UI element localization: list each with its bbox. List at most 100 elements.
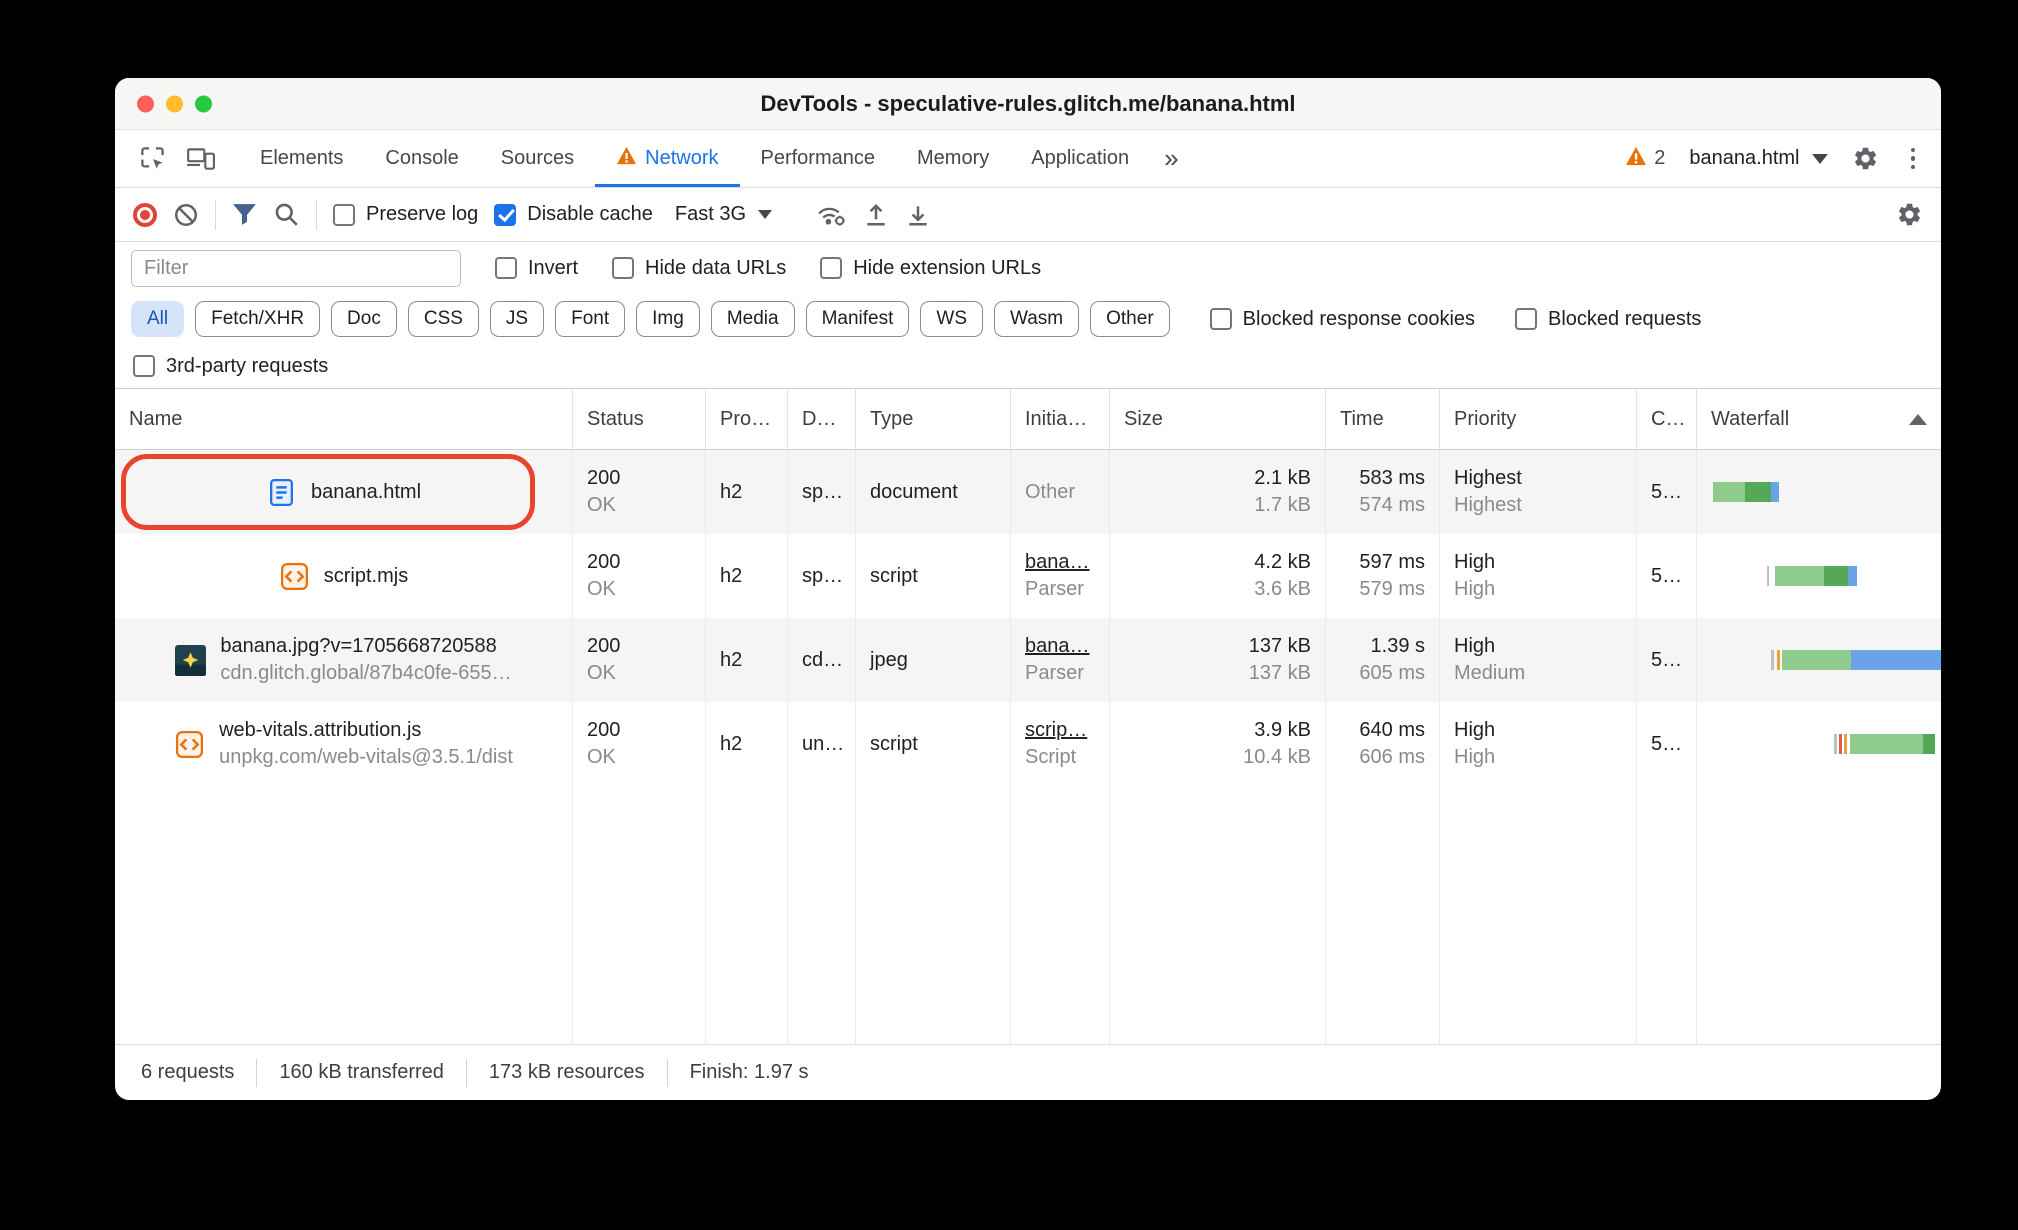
waterfall-cell <box>1697 618 1941 702</box>
minimize-window-button[interactable] <box>166 95 183 112</box>
filter-input[interactable] <box>131 249 461 287</box>
chip-fetch-xhr[interactable]: Fetch/XHR <box>195 301 321 337</box>
tab-performance[interactable]: Performance <box>740 130 897 187</box>
column-status[interactable]: Status <box>573 389 706 449</box>
checkbox-unchecked[interactable] <box>820 257 843 279</box>
status-cell: 200 OK <box>573 618 706 702</box>
column-domain[interactable]: D… <box>788 389 856 449</box>
checkbox-unchecked[interactable] <box>1209 308 1232 330</box>
column-type[interactable]: Type <box>856 389 1011 449</box>
chevron-down-icon <box>758 210 773 219</box>
zoom-window-button[interactable] <box>195 95 212 112</box>
time-cell: 640 ms 606 ms <box>1326 702 1440 786</box>
time-cell: 1.39 s 605 ms <box>1326 618 1440 702</box>
column-protocol[interactable]: Pro… <box>706 389 788 449</box>
export-har-icon[interactable] <box>905 202 931 228</box>
table-row-web-vitals[interactable]: web-vitals.attribution.js unpkg.com/web-… <box>115 702 1941 786</box>
column-waterfall[interactable]: Waterfall <box>1697 389 1941 449</box>
clear-network-log-icon[interactable] <box>173 202 199 228</box>
network-conditions-icon[interactable] <box>816 202 847 228</box>
toolbar-divider <box>215 199 216 230</box>
record-network-log-button[interactable] <box>133 202 157 227</box>
checkbox-unchecked[interactable] <box>1515 308 1538 330</box>
table-row-banana-html[interactable]: banana.html 200 OK h2 sp… document Other… <box>115 450 1941 534</box>
chip-img[interactable]: Img <box>636 301 700 337</box>
blocked-requests-checkbox[interactable]: Blocked requests <box>1515 308 1701 331</box>
initiator-cell: bana… Parser <box>1011 534 1110 618</box>
transferred-size: 160 kB transferred <box>279 1061 444 1083</box>
chip-wasm[interactable]: Wasm <box>994 301 1080 337</box>
initiator-link[interactable]: bana… <box>1025 633 1095 660</box>
chip-doc[interactable]: Doc <box>331 301 397 337</box>
table-header: Name Status Pro… D… Type Initia… Size Ti… <box>115 388 1941 450</box>
chevron-down-icon <box>1811 153 1828 164</box>
checkbox-unchecked[interactable] <box>612 257 635 279</box>
more-tabs-button[interactable]: » <box>1150 130 1192 187</box>
checkbox-unchecked[interactable] <box>333 203 355 226</box>
hide-data-urls-checkbox[interactable]: Hide data URLs <box>612 257 786 280</box>
close-window-button[interactable] <box>137 95 154 112</box>
tab-sources[interactable]: Sources <box>480 130 595 187</box>
initiator-cell: scrip… Script <box>1011 702 1110 786</box>
search-icon[interactable] <box>273 201 300 228</box>
tab-application[interactable]: Application <box>1010 130 1150 187</box>
table-row-script-mjs[interactable]: script.mjs 200 OK h2 sp… script bana… Pa… <box>115 534 1941 618</box>
checkbox-unchecked[interactable] <box>133 355 155 377</box>
device-toolbar-icon[interactable] <box>176 130 225 187</box>
status-cell: 200 OK <box>573 702 706 786</box>
chip-js[interactable]: JS <box>489 301 545 337</box>
status-cell: 200 OK <box>573 450 706 534</box>
resources-size: 173 kB resources <box>488 1061 645 1083</box>
issues-counter[interactable]: 2 <box>1625 146 1665 172</box>
request-name-cell[interactable]: web-vitals.attribution.js unpkg.com/web-… <box>115 702 573 786</box>
column-time[interactable]: Time <box>1326 389 1440 449</box>
chip-css[interactable]: CSS <box>407 301 479 337</box>
chip-media[interactable]: Media <box>710 301 795 337</box>
more-options-kebab-icon[interactable] <box>1903 144 1924 174</box>
column-connection[interactable]: C… <box>1637 389 1697 449</box>
protocol-cell: h2 <box>706 534 788 618</box>
chip-all[interactable]: All <box>131 301 185 337</box>
request-path: cdn.glitch.global/87b4c0fe-655… <box>220 662 512 684</box>
sort-ascending-icon <box>1909 413 1927 425</box>
column-initiator[interactable]: Initia… <box>1011 389 1110 449</box>
checkbox-checked[interactable] <box>494 203 517 226</box>
invert-checkbox[interactable]: Invert <box>495 257 578 280</box>
chip-manifest[interactable]: Manifest <box>805 301 910 337</box>
table-row-banana-jpg[interactable]: banana.jpg?v=1705668720588 cdn.glitch.gl… <box>115 618 1941 702</box>
request-name-cell[interactable]: banana.jpg?v=1705668720588 cdn.glitch.gl… <box>115 618 573 702</box>
initiator-link[interactable]: scrip… <box>1025 717 1095 744</box>
third-party-requests-checkbox[interactable]: 3rd-party requests <box>133 355 328 378</box>
network-warning-icon <box>616 146 637 171</box>
third-party-row: 3rd-party requests <box>115 344 1941 388</box>
tab-console[interactable]: Console <box>364 130 479 187</box>
request-name-cell[interactable]: script.mjs <box>115 534 573 618</box>
size-cell: 3.9 kB 10.4 kB <box>1110 702 1326 786</box>
chip-other[interactable]: Other <box>1090 301 1170 337</box>
hide-extension-urls-checkbox[interactable]: Hide extension URLs <box>820 257 1041 280</box>
tab-memory[interactable]: Memory <box>896 130 1010 187</box>
blocked-response-cookies-checkbox[interactable]: Blocked response cookies <box>1209 308 1475 331</box>
column-priority[interactable]: Priority <box>1440 389 1637 449</box>
context-selector[interactable]: banana.html <box>1689 147 1828 170</box>
initiator-cell: bana… Parser <box>1011 618 1110 702</box>
disable-cache-checkbox[interactable]: Disable cache <box>494 203 653 226</box>
preserve-log-checkbox[interactable]: Preserve log <box>333 203 478 226</box>
column-size[interactable]: Size <box>1110 389 1326 449</box>
devtools-tabs: Elements Console Sources Network Perform… <box>239 130 1150 187</box>
priority-cell: Highest Highest <box>1440 450 1637 534</box>
inspect-element-icon[interactable] <box>129 130 176 187</box>
request-name-cell[interactable]: banana.html <box>115 450 573 534</box>
initiator-link[interactable]: bana… <box>1025 549 1095 576</box>
tab-network[interactable]: Network <box>595 130 739 187</box>
chip-ws[interactable]: WS <box>920 301 983 337</box>
network-settings-gear-icon[interactable] <box>1896 201 1923 228</box>
checkbox-unchecked[interactable] <box>495 257 517 279</box>
column-name[interactable]: Name <box>115 389 573 449</box>
tab-elements[interactable]: Elements <box>239 130 364 187</box>
settings-gear-icon[interactable] <box>1852 145 1879 172</box>
chip-font[interactable]: Font <box>555 301 626 337</box>
filter-funnel-icon[interactable] <box>232 203 257 226</box>
import-har-icon[interactable] <box>863 202 889 228</box>
throttling-select[interactable]: Fast 3G <box>675 203 773 226</box>
